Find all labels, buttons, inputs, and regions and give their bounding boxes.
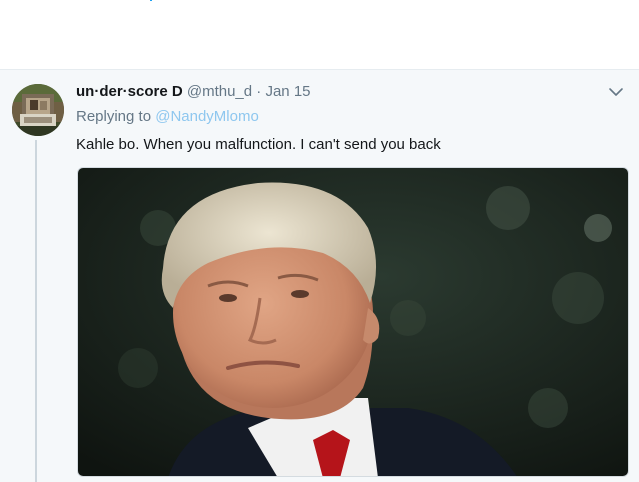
user-handle[interactable]: @mthu_d [187, 83, 252, 100]
previous-tweet-fragment [150, 0, 152, 1]
previous-tweet-area [0, 0, 639, 69]
replying-to-line: Replying to @NandyMlomo [76, 108, 259, 126]
tweet-date[interactable]: Jan 15 [265, 83, 310, 100]
header-separator: · [256, 83, 262, 100]
display-name[interactable]: un·der·score D [76, 83, 183, 100]
tweet-header: un·der·score D @mthu_d · Jan 15 [76, 83, 311, 101]
replying-to-handle[interactable]: @NandyMlomo [155, 108, 259, 125]
thread-line [35, 140, 37, 482]
replying-to-label: Replying to [76, 108, 152, 125]
reply-tweet[interactable]: un·der·score D @mthu_d · Jan 15 Replying… [0, 70, 639, 482]
chevron-down-icon[interactable] [608, 84, 624, 100]
tweet-photo[interactable] [77, 167, 629, 477]
tweet-text: Kahle bo. When you malfunction. I can't … [76, 136, 441, 153]
avatar[interactable] [12, 84, 64, 136]
